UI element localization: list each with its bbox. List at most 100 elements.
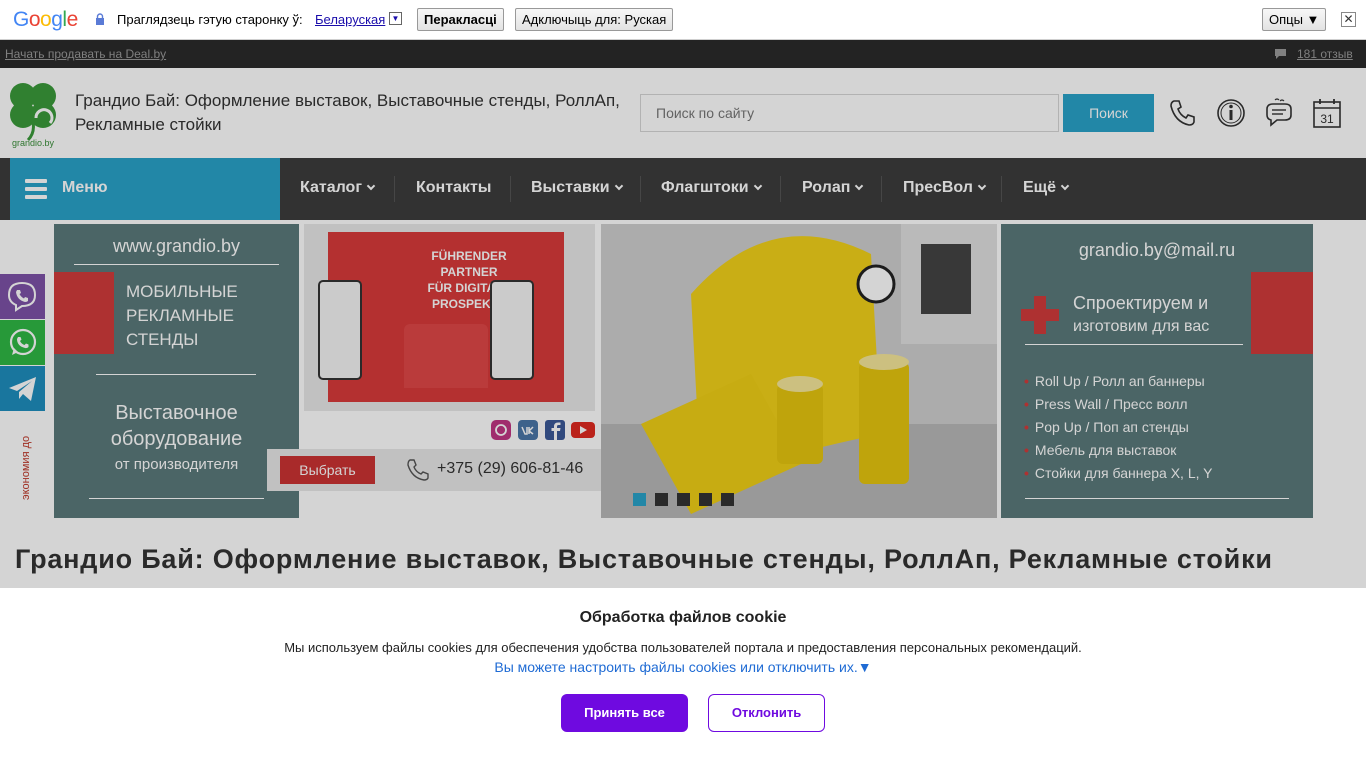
slider-dot[interactable] [655,493,668,506]
banner-email: grandio.by@mail.ru [1078,240,1236,260]
banner-site-url: www.grandio.by [112,236,241,256]
chevron-down-icon [977,181,987,191]
banner-left-heading: МОБИЛЬНЫЕ РЕКЛАМНЫЕ СТЕНДЫ [126,282,238,349]
decline-button[interactable]: Отклонить [708,694,825,732]
chevron-down-icon [855,181,864,191]
banner-left-panel: www.grandio.by МОБИЛЬНЫЕ РЕКЛАМНЫЕ СТЕНД… [54,224,299,518]
telegram-icon [9,377,36,401]
chevron-down-icon [753,181,762,191]
nav-item-flagpoles[interactable]: Флагштоки [661,179,762,197]
close-icon[interactable]: ✕ [1341,12,1356,27]
nav-item-catalog[interactable]: Каталог [300,179,376,197]
telegram-button[interactable] [0,366,45,411]
banner-divider [1025,344,1243,345]
hero-slider[interactable]: www.grandio.by МОБИЛЬНЫЕ РЕКЛАМНЫЕ СТЕНД… [0,220,1366,522]
booth-phone-left [318,280,362,380]
translate-bar: Google Праглядзець гэтую старонку ў: Бел… [0,0,1366,40]
banner-tools-block [1251,272,1313,354]
exhibition-truck-photo [601,224,997,518]
banner-divider [74,264,279,265]
youtube-icon[interactable] [570,419,596,441]
banner-divider [1025,498,1289,499]
banner-divider [89,498,264,499]
banner-logo-block [54,272,114,354]
banner-bullet: • Press Wall / Пресс волл [1024,396,1188,412]
banner-bullet: • Стойки для баннера X, L, Y [1024,465,1213,481]
banner-bullet: • Мебель для выставок [1024,442,1177,458]
main-nav: Меню Каталог Контакты Выставки Флагштоки… [0,158,1366,220]
accept-all-button[interactable]: Принять все [561,694,688,732]
facebook-icon[interactable] [544,419,566,441]
disable-translate-button[interactable]: Адключыць для: Руская [515,8,674,31]
slider-dot[interactable] [721,493,734,506]
start-selling-link[interactable]: Начать продавать на Deal.by [5,47,166,61]
nav-item-rollup[interactable]: Ролап [802,179,864,197]
viber-icon [7,281,37,312]
chevron-down-icon [1060,181,1070,191]
translate-options-button[interactable]: Опцы ▼ [1262,8,1327,31]
slider-dot[interactable] [633,493,646,506]
vk-icon[interactable] [517,419,539,441]
phone-icon[interactable] [1167,97,1199,129]
choose-button[interactable]: Выбрать [280,456,375,484]
nav-divider [881,176,882,202]
cookie-title: Обработка файлов cookie [579,609,787,626]
translate-button[interactable]: Перакласці [417,8,504,31]
search-input[interactable]: Поиск по сайту [640,94,1059,132]
whatsapp-icon [9,328,37,356]
logo-caption: grandio.by [12,138,55,148]
cookie-settings-link[interactable]: Вы можете настроить файлы cookies или от… [0,659,1366,675]
search-button[interactable]: Поиск [1063,94,1154,132]
nav-divider [780,176,781,202]
booth-counter [404,324,488,388]
social-icons-row [490,419,596,443]
banner-right-heading: Спроектируем и изготовим для вас [1073,293,1210,335]
google-logo: Google [13,8,78,31]
nav-divider [640,176,641,202]
whatsapp-button[interactable] [0,320,45,365]
slider-dot[interactable] [677,493,690,506]
reviews-link[interactable]: 181 отзыв [1297,47,1353,61]
site-title: Грандио Бай: Оформление выставок, Выстав… [75,91,620,134]
nav-divider [510,176,511,202]
slider-dots [633,493,743,511]
chevron-down-icon [614,181,623,191]
slider-dot[interactable] [699,493,712,506]
banner-photo [601,224,997,518]
banner-left-sub: Выставочное оборудование от производител… [110,402,243,473]
menu-label: Меню [62,179,108,196]
menu-button[interactable]: Меню [10,158,280,220]
language-dropdown-icon[interactable]: ▼ [389,12,402,25]
banner-divider [96,374,256,375]
top-strip: Начать продавать на Deal.by 181 отзыв [0,40,1366,68]
nav-divider [394,176,395,202]
banner-vertical-text: экономия до [20,435,32,500]
lock-icon [96,13,104,25]
translate-prompt: Праглядзець гэтую старонку ў: [117,12,303,27]
chevron-down-icon [366,181,376,191]
calendar-day: 31 [1320,112,1334,126]
page-title: Грандио Бай: Оформление выставок, Выстав… [15,544,1273,574]
calendar-icon[interactable]: 31 [1311,97,1343,129]
cookie-text: Мы используем файлы cookies для обеспече… [284,640,1082,655]
banner-phone: +375 (29) 606-81-46 [437,460,584,477]
nav-item-exhibitions[interactable]: Выставки [531,179,623,197]
info-icon[interactable] [1215,97,1247,129]
nav-item-more[interactable]: Ещё [1023,179,1070,197]
hamburger-icon [25,179,47,199]
nav-item-contacts[interactable]: Контакты [416,179,491,197]
banner-booth-image: FÜHRENDER PARTNER FÜR DIGITALE PROSPEKTE [304,224,595,411]
phone-icon [407,459,429,481]
translate-language-select[interactable]: Беларуская [315,12,385,27]
viber-button[interactable] [0,274,45,319]
cookie-banner: Обработка файлов cookie Мы используем фа… [0,588,1366,768]
banner-bullet: • Roll Up / Ролл ап баннеры [1024,373,1205,389]
instagram-icon[interactable] [490,419,512,441]
plus-icon [1021,296,1059,334]
chat-icon[interactable] [1263,97,1295,129]
banner-bullet: • Pop Up / Поп ап стенды [1024,419,1189,435]
site-header: grandio.by Грандио Бай: Оформление выста… [0,68,1366,158]
nav-item-presswall[interactable]: ПресВол [903,179,987,197]
nav-divider [1001,176,1002,202]
booth-phone-right [490,280,534,380]
